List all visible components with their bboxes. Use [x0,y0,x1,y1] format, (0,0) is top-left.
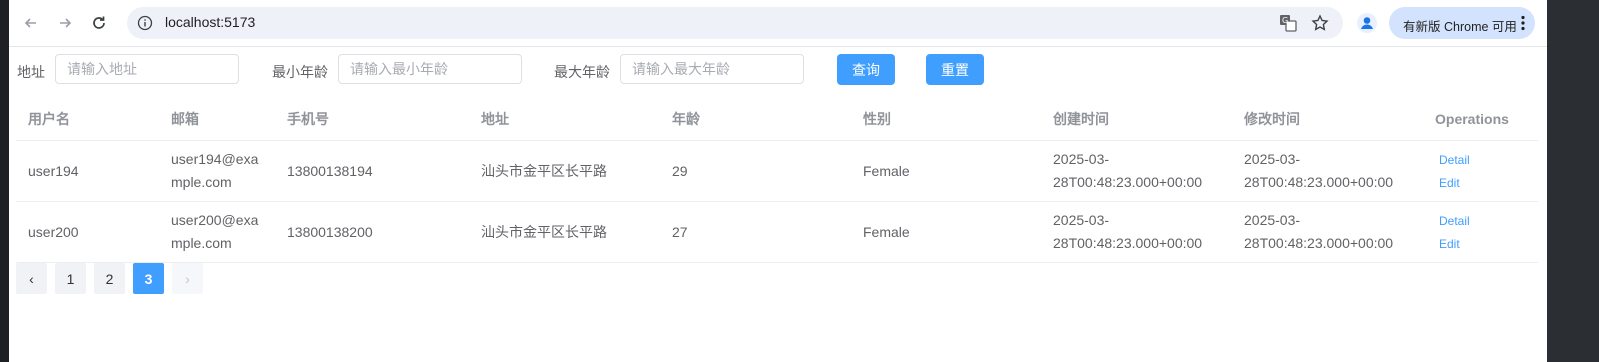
cell-gender: Female [851,201,1041,263]
forward-icon[interactable] [53,11,77,35]
cell-username: user194 [16,140,159,202]
cell-email: user200@example.com [159,201,275,263]
browser-window: localhost:5173 G 有新版 Chrome 可用 地址 最小年龄 最… [9,0,1547,362]
edit-button[interactable]: Edit [1435,237,1464,251]
url-text[interactable]: localhost:5173 [165,14,255,30]
next-page-button[interactable]: › [172,263,203,294]
address-bar[interactable]: localhost:5173 G [127,7,1343,39]
cell-address: 汕头市金平区长平路 [469,201,660,263]
modified-text: 2025-03-28T00:48:23.000+00:00 [1244,212,1394,251]
page-1-button[interactable]: 1 [55,263,86,294]
chrome-update-label: 有新版 Chrome 可用 [1403,20,1517,34]
cell-age: 27 [660,201,851,263]
reload-icon[interactable] [87,11,111,35]
header-created: 创建时间 [1041,97,1232,141]
svg-text:G: G [1282,16,1288,25]
header-address: 地址 [469,97,660,141]
chrome-update-button[interactable]: 有新版 Chrome 可用 [1389,7,1535,39]
header-gender: 性别 [851,97,1041,141]
created-text: 2025-03-28T00:48:23.000+00:00 [1053,212,1203,251]
site-info-icon[interactable] [137,15,153,31]
table-row: user194 user194@example.com 13800138194 … [16,140,1538,202]
back-icon[interactable] [19,11,43,35]
page-2-button[interactable]: 2 [94,263,125,294]
header-email: 邮箱 [159,97,275,141]
max-age-input[interactable] [620,54,804,84]
address-input[interactable] [55,54,239,84]
profile-avatar-icon[interactable] [1357,13,1377,33]
user-table: 用户名 邮箱 手机号 地址 年龄 性别 创建时间 修改时间 Operations… [16,97,1538,263]
detail-button[interactable]: Detail [1435,153,1474,167]
cell-operations: Detail Edit [1423,201,1538,263]
cell-address: 汕头市金平区长平路 [469,140,660,202]
detail-button[interactable]: Detail [1435,214,1474,228]
prev-page-button[interactable]: ‹ [16,263,47,294]
more-menu-icon[interactable] [1521,15,1525,31]
cell-modified: 2025-03-28T00:48:23.000+00:00 [1232,201,1423,263]
modified-text: 2025-03-28T00:48:23.000+00:00 [1244,151,1394,190]
reset-button[interactable]: 重置 [926,54,984,85]
header-operations: Operations [1423,97,1538,141]
cell-email: user194@example.com [159,140,275,202]
cell-created: 2025-03-28T00:48:23.000+00:00 [1041,140,1232,202]
cell-phone: 13800138194 [275,140,469,202]
header-phone: 手机号 [275,97,469,141]
page-3-button[interactable]: 3 [133,263,164,294]
max-age-label: 最大年龄 [554,64,610,80]
address-filter-label: 地址 [17,64,45,80]
header-age: 年龄 [660,97,851,141]
min-age-label: 最小年龄 [272,64,328,80]
header-modified: 修改时间 [1232,97,1423,141]
bookmark-star-icon[interactable] [1311,14,1329,32]
cell-phone: 13800138200 [275,201,469,263]
right-background [1547,0,1599,362]
table-row: user200 user200@example.com 13800138200 … [16,201,1538,263]
cell-created: 2025-03-28T00:48:23.000+00:00 [1041,201,1232,263]
table-header-row: 用户名 邮箱 手机号 地址 年龄 性别 创建时间 修改时间 Operations [16,97,1538,141]
edit-button[interactable]: Edit [1435,176,1464,190]
created-text: 2025-03-28T00:48:23.000+00:00 [1053,151,1203,190]
cell-age: 29 [660,140,851,202]
query-button[interactable]: 查询 [837,54,895,85]
translate-icon[interactable]: G [1279,14,1297,32]
left-background [0,0,9,362]
pagination: ‹ 1 2 3 › [16,263,203,294]
cell-modified: 2025-03-28T00:48:23.000+00:00 [1232,140,1423,202]
page-content: 地址 最小年龄 最大年龄 查询 重置 用户名 邮箱 手机号 地址 年龄 性别 [9,47,1547,362]
min-age-input[interactable] [338,54,522,84]
cell-username: user200 [16,201,159,263]
cell-gender: Female [851,140,1041,202]
browser-toolbar: localhost:5173 G 有新版 Chrome 可用 [9,0,1547,47]
header-username: 用户名 [16,97,159,141]
cell-operations: Detail Edit [1423,140,1538,202]
